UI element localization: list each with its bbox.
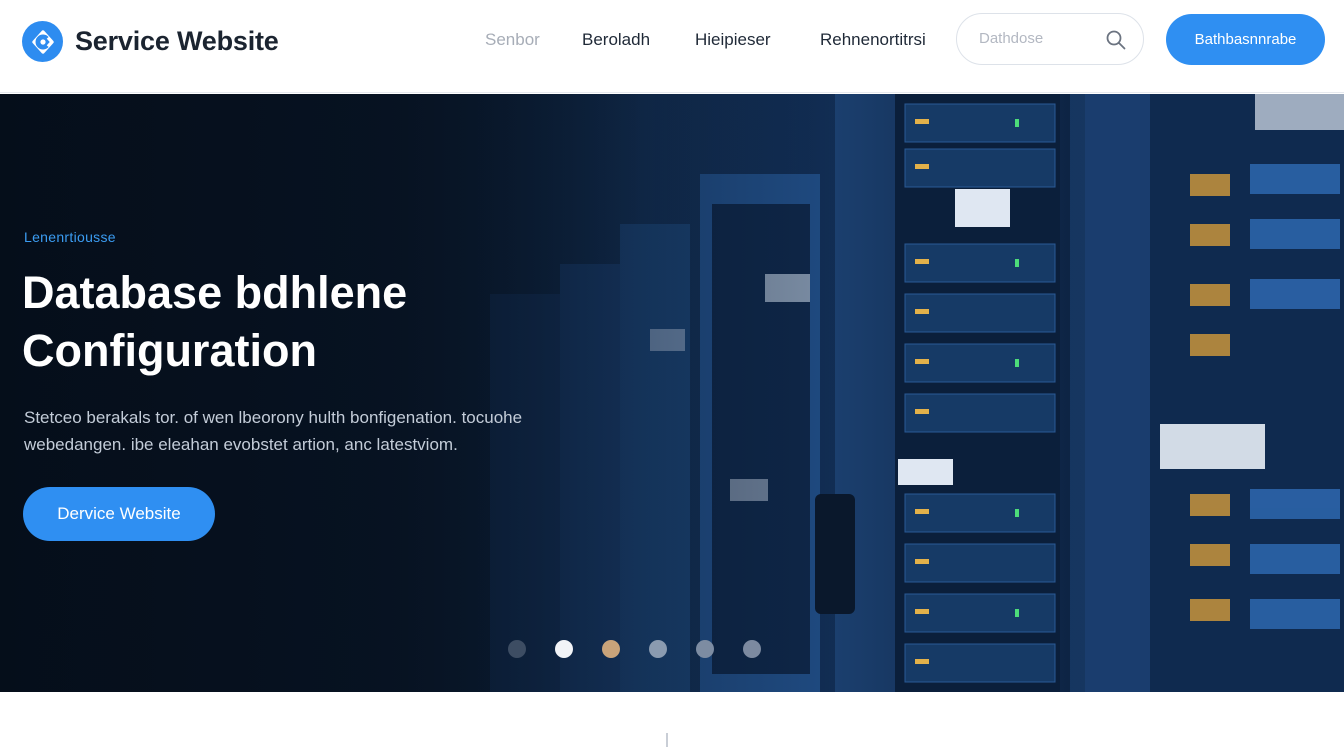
carousel-dot[interactable] [743,640,761,658]
carousel-dot[interactable] [649,640,667,658]
hero-description: Stetceo berakals tor. of wen lbeorony hu… [24,404,644,458]
hero-title-line-2: Configuration [22,325,317,376]
hero-title-line-1: Database bdhlene [22,267,408,318]
logo-icon [22,21,63,62]
nav-link-4[interactable]: Rehnenortitrsi [820,30,926,50]
search-box[interactable]: Dathdose [956,13,1144,65]
carousel-dots [508,640,790,658]
brand[interactable]: Service Website [22,21,279,62]
nav-link-1[interactable]: Senbor [485,30,540,50]
scroll-indicator [666,733,668,747]
carousel-dot[interactable] [508,640,526,658]
header-cta-button[interactable]: Bathbasnnrabe [1166,14,1325,65]
carousel-dot[interactable] [602,640,620,658]
nav-link-3[interactable]: Hieipieser [695,30,771,50]
hero-description-line-2: webedangen. ibe eleahan evobstet artion,… [24,435,458,454]
nav-link-2[interactable]: Beroladh [582,30,650,50]
brand-name: Service Website [75,26,279,56]
hero-title: Database bdhlene Configuration [22,264,407,380]
hero-eyebrow: Lenenrtiousse [24,229,116,245]
hero-cta-button[interactable]: Dervice Website [23,487,215,541]
search-icon[interactable] [1105,29,1127,56]
carousel-dot-active[interactable] [555,640,573,658]
search-input[interactable]: Dathdose [979,30,1043,47]
site-header: Service Website Senbor Beroladh Hieipies… [0,0,1344,93]
hero-description-line-1: Stetceo berakals tor. of wen lbeorony hu… [24,408,523,427]
hero-banner: Lenenrtiousse Database bdhlene Configura… [0,94,1344,692]
carousel-dot[interactable] [696,640,714,658]
